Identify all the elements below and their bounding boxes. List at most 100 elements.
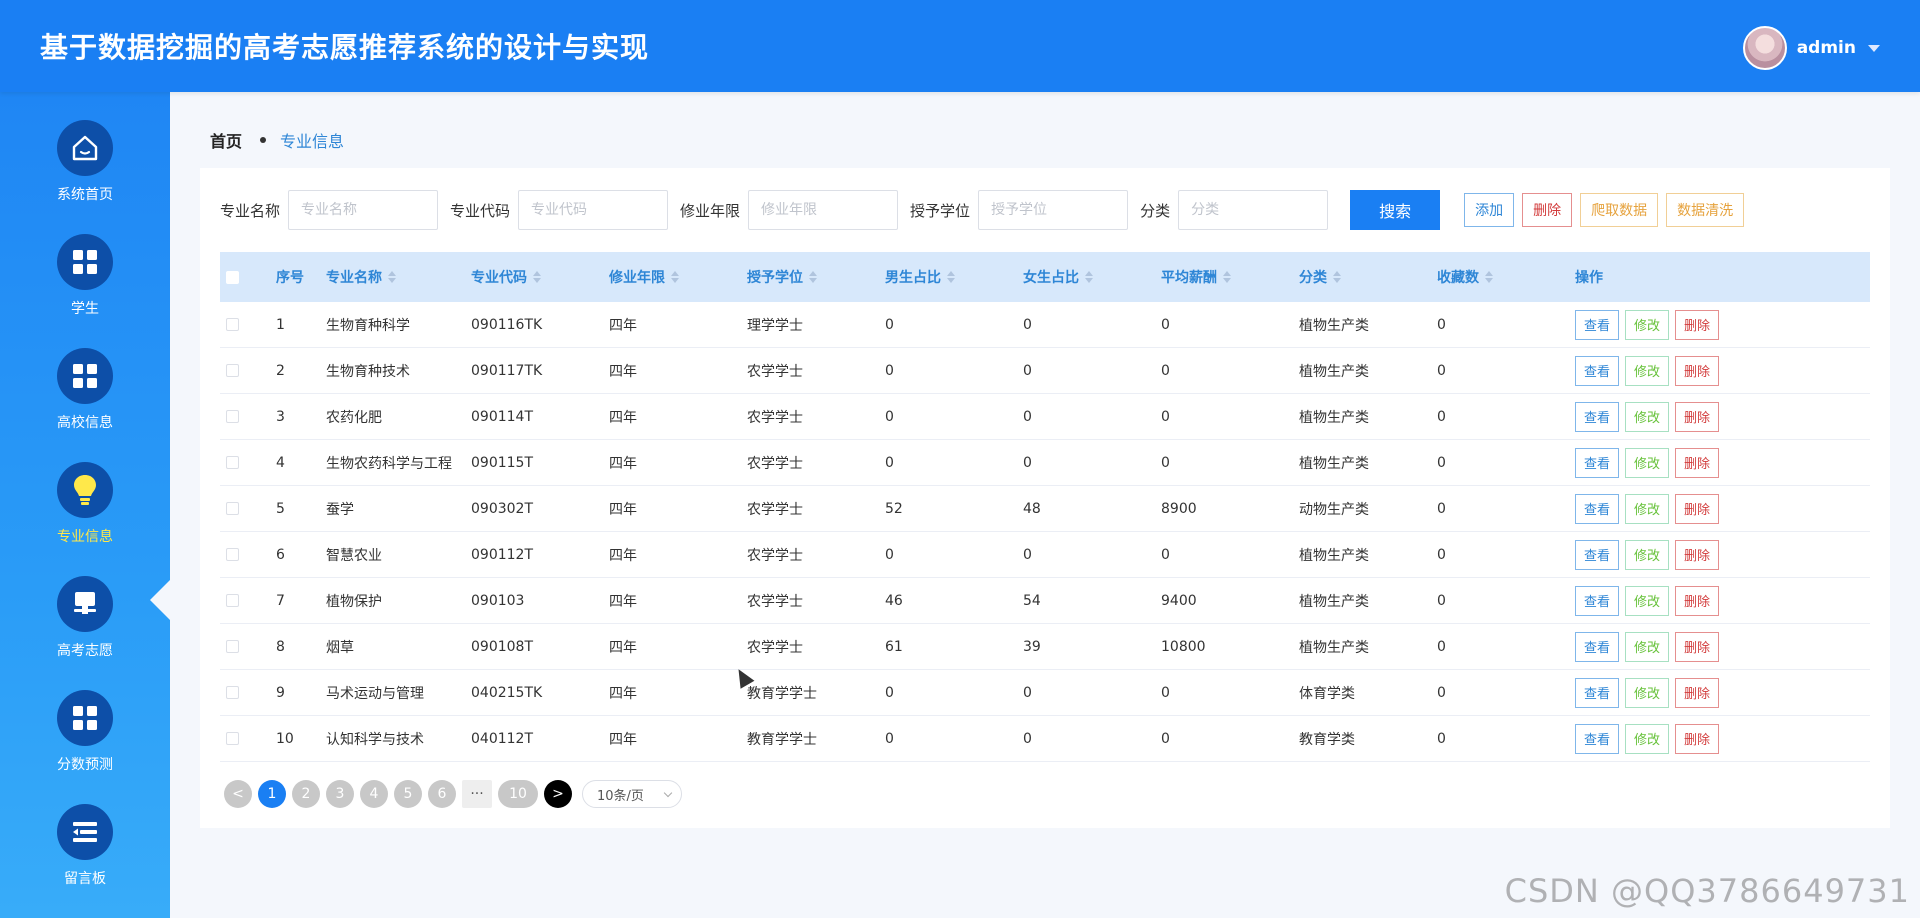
add-button[interactable]: 添加 [1464, 193, 1515, 227]
study-years-input[interactable] [748, 190, 899, 230]
sort-icon[interactable] [809, 271, 817, 283]
search-button[interactable]: 搜索 [1350, 190, 1441, 230]
row-checkbox[interactable] [226, 502, 239, 515]
sidebar-item-students[interactable]: 学生 [0, 226, 170, 336]
delete-button[interactable]: 删除 [1675, 539, 1720, 570]
sort-icon[interactable] [947, 271, 955, 283]
view-button[interactable]: 查看 [1575, 493, 1620, 524]
col-header-male[interactable]: 男生占比 [885, 267, 1023, 287]
edit-button[interactable]: 修改 [1625, 585, 1670, 616]
row-checkbox[interactable] [226, 318, 239, 331]
sort-icon[interactable] [533, 271, 541, 283]
sidebar-item-colleges[interactable]: 高校信息 [0, 340, 170, 450]
row-male-ratio: 0 [885, 454, 894, 471]
page-button[interactable]: 6 [428, 780, 456, 808]
delete-button[interactable]: 删除 [1675, 723, 1720, 754]
delete-button[interactable]: 删除 [1675, 447, 1720, 478]
sort-icon[interactable] [1085, 271, 1093, 283]
delete-button[interactable]: 删除 [1675, 401, 1720, 432]
edit-button[interactable]: 修改 [1625, 539, 1670, 570]
row-checkbox[interactable] [226, 640, 239, 653]
view-button[interactable]: 查看 [1575, 723, 1620, 754]
edit-button[interactable]: 修改 [1625, 631, 1670, 662]
clean-data-button[interactable]: 数据清洗 [1666, 193, 1745, 227]
delete-button[interactable]: 删除 [1675, 677, 1720, 708]
col-header-category[interactable]: 分类 [1299, 267, 1437, 287]
col-header-salary[interactable]: 平均薪酬 [1161, 267, 1299, 287]
caret-down-icon[interactable] [1868, 44, 1880, 52]
delete-button[interactable]: 删除 [1675, 631, 1720, 662]
breadcrumb: 首页 专业信息 [210, 128, 344, 152]
page-button[interactable]: 1 [258, 780, 286, 808]
select-all-checkbox[interactable] [226, 270, 239, 284]
edit-button[interactable]: 修改 [1625, 677, 1670, 708]
user-menu[interactable]: admin [1742, 26, 1880, 70]
crawl-data-button[interactable]: 爬取数据 [1580, 193, 1659, 227]
col-header-code[interactable]: 专业代码 [471, 267, 609, 287]
col-header-name[interactable]: 专业名称 [326, 267, 471, 287]
sort-icon[interactable] [1333, 271, 1341, 283]
major-name-input[interactable] [288, 190, 439, 230]
row-checkbox[interactable] [226, 732, 239, 745]
sidebar-item-messages[interactable]: 留言板 [0, 796, 170, 906]
edit-button[interactable]: 修改 [1625, 493, 1670, 524]
home-icon [57, 120, 113, 176]
row-checkbox[interactable] [226, 548, 239, 561]
page-button-last[interactable]: 10 [498, 780, 538, 808]
delete-button[interactable]: 删除 [1675, 309, 1720, 340]
avatar[interactable] [1742, 26, 1787, 70]
major-code-input[interactable] [518, 190, 669, 230]
row-major-code: 090103 [471, 592, 525, 609]
view-button[interactable]: 查看 [1575, 631, 1620, 662]
degree-input[interactable] [978, 190, 1129, 230]
col-header-index: 序号 [276, 270, 304, 286]
username[interactable]: admin [1797, 38, 1856, 58]
prev-page-button[interactable]: < [224, 780, 252, 808]
sidebar-item-majors[interactable]: 专业信息 [0, 454, 170, 564]
row-favorites: 0 [1437, 592, 1446, 609]
row-checkbox[interactable] [226, 364, 239, 377]
next-page-button[interactable]: > [544, 780, 572, 808]
col-header-degree[interactable]: 授予学位 [747, 267, 885, 287]
row-average-salary: 0 [1161, 454, 1170, 471]
edit-button[interactable]: 修改 [1625, 355, 1670, 386]
page-button[interactable]: 3 [326, 780, 354, 808]
delete-button[interactable]: 删除 [1675, 585, 1720, 616]
view-button[interactable]: 查看 [1575, 309, 1620, 340]
col-header-years[interactable]: 修业年限 [609, 267, 747, 287]
delete-button[interactable]: 删除 [1675, 355, 1720, 386]
sort-icon[interactable] [671, 271, 679, 283]
edit-button[interactable]: 修改 [1625, 309, 1670, 340]
page-button[interactable]: 4 [360, 780, 388, 808]
edit-button[interactable]: 修改 [1625, 447, 1670, 478]
breadcrumb-home[interactable]: 首页 [210, 128, 242, 152]
page-button[interactable]: 5 [394, 780, 422, 808]
page-button[interactable]: 2 [292, 780, 320, 808]
delete-button[interactable]: 删除 [1675, 493, 1720, 524]
page-size-select[interactable]: 10条/页 [582, 780, 682, 808]
view-button[interactable]: 查看 [1575, 355, 1620, 386]
col-header-female[interactable]: 女生占比 [1023, 267, 1161, 287]
batch-delete-button[interactable]: 删除 [1522, 193, 1573, 227]
view-button[interactable]: 查看 [1575, 447, 1620, 478]
sidebar-item-applications[interactable]: 高考志愿 [0, 568, 170, 678]
row-checkbox[interactable] [226, 410, 239, 423]
view-button[interactable]: 查看 [1575, 677, 1620, 708]
row-checkbox[interactable] [226, 686, 239, 699]
sort-icon[interactable] [1485, 271, 1493, 283]
row-checkbox[interactable] [226, 456, 239, 469]
view-button[interactable]: 查看 [1575, 539, 1620, 570]
edit-button[interactable]: 修改 [1625, 401, 1670, 432]
sidebar-item-home[interactable]: 系统首页 [0, 112, 170, 222]
edit-button[interactable]: 修改 [1625, 723, 1670, 754]
view-button[interactable]: 查看 [1575, 401, 1620, 432]
category-input[interactable] [1178, 190, 1329, 230]
sort-icon[interactable] [388, 271, 396, 283]
sidebar-item-score-prediction[interactable]: 分数预测 [0, 682, 170, 792]
view-button[interactable]: 查看 [1575, 585, 1620, 616]
row-checkbox[interactable] [226, 594, 239, 607]
col-header-favorites[interactable]: 收藏数 [1437, 267, 1575, 287]
page-size-value: 10条/页 [597, 788, 644, 804]
more-pages-button[interactable]: ··· [462, 780, 492, 808]
sort-icon[interactable] [1223, 271, 1231, 283]
